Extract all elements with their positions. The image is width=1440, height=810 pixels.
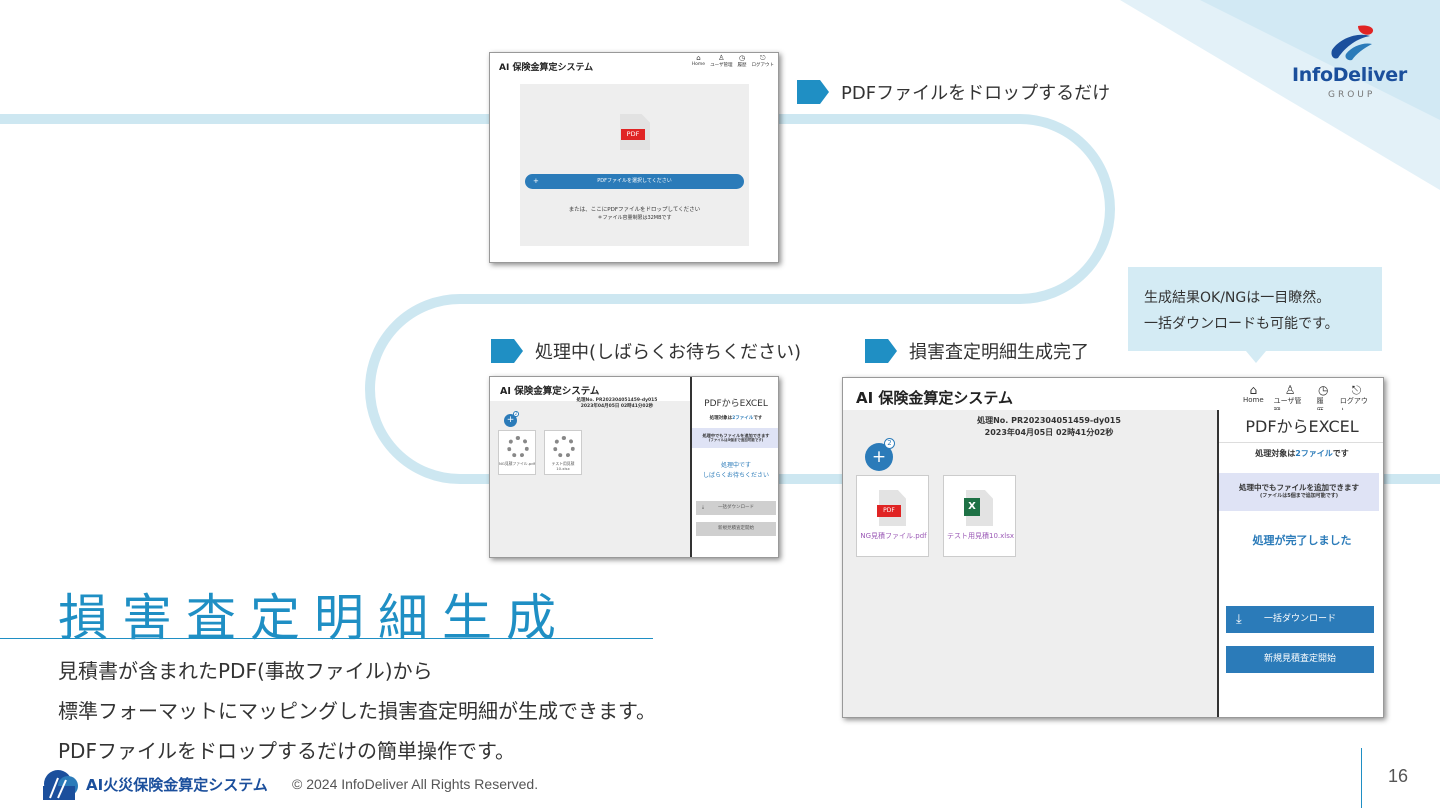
file-card[interactable]: NG見積ファイル.pdf [498, 430, 536, 475]
loading-spinner-icon [507, 436, 529, 458]
select-pdf-label: PDFファイルを選択してください [597, 178, 672, 184]
step-text: 損害査定明細生成完了 [909, 342, 1089, 363]
process-info: 処理No. PR202304051459-dy015 2023年04月05日 0… [943, 415, 1155, 439]
file-card[interactable]: テスト用見積10.xlsx [544, 430, 582, 475]
nav-home[interactable]: ⌂Home [692, 55, 705, 68]
clock-icon: ◷ [1318, 383, 1329, 397]
app-title: AI 保険金算定システム [499, 63, 594, 73]
new-estimate-button[interactable]: 新規見積査定開始 [1226, 646, 1374, 673]
top-nav: ⌂Home ♙ユーザ管理 ◷履歴 ⎋ログアウト [687, 54, 775, 69]
step-arrow-icon [491, 339, 523, 363]
complete-screenshot: AI 保険金算定システム ⌂Home ♙ユーザ管理 ◷履歴 ⎋ログアウト 処理N… [842, 377, 1384, 718]
step-label-drop: PDFファイルをドロップするだけ [797, 79, 1110, 105]
page-title: 損害査定明細生成 [58, 589, 570, 647]
drop-hint: または、ここにPDFファイルをドロップしてください [568, 207, 701, 213]
processing-message: 処理中です しばらくお待ちください [702, 462, 769, 479]
logo-mark-icon [1331, 25, 1374, 61]
pdf-label: PDF [621, 129, 645, 140]
nav-logout[interactable]: ⎋ログアウト [752, 54, 775, 69]
callout-line: 一括ダウンロードも可能です。 [1144, 316, 1339, 332]
addable-notice: 処理中でもファイルを追加できます (ファイルは5個まで追加可能です) [1219, 473, 1379, 511]
home-icon: ⌂ [1249, 383, 1258, 397]
clock-icon: ◷ [738, 54, 746, 62]
user-icon: ♙ [718, 54, 725, 62]
target-count: 処理対象は2ファイルです [1255, 449, 1349, 458]
bulk-download-button[interactable]: ⤓ 一括ダウンロード [696, 501, 776, 515]
upload-screenshot: AI 保険金算定システム ⌂ Home ♙ ユーザ管理 ◷ 履歴 ⎋ ログアウト PDF… [489, 52, 779, 263]
panel-title: PDFからEXCEL [704, 399, 768, 409]
loading-spinner-icon [553, 436, 575, 458]
company-logo: InfoDeliver GROUP [1292, 24, 1417, 104]
file-name: NG見積ファイル.pdf [860, 532, 927, 540]
step-label-processing: 処理中(しばらくお待ちください) [491, 338, 801, 364]
logout-icon: ⎋ [1351, 383, 1362, 397]
result-callout: 生成結果OK/NGは一目瞭然。 一括ダウンロードも可能です。 [1128, 267, 1382, 363]
home-icon: ⌂ [696, 54, 701, 62]
body-text: 見積書が含まれたPDF(事故ファイル)から [58, 659, 433, 683]
plus-icon: + [506, 415, 515, 425]
file-count-badge: 2 [884, 438, 895, 449]
step-arrow-icon [797, 80, 829, 104]
file-name: テスト用見積10.xlsx [551, 461, 575, 471]
file-name: NG見積ファイル.pdf [499, 461, 535, 466]
footer-product-name: AI火災保険金算定システム [86, 776, 268, 794]
logout-icon: ⎋ [759, 54, 766, 62]
app-title: AI 保険金算定システム [500, 386, 600, 397]
nav-history[interactable]: ◷履歴 [738, 54, 747, 69]
pdf-label: PDF [877, 505, 901, 517]
process-date: 2023年04月05日 02時41分02秒 [580, 404, 654, 409]
step-text: 処理中(しばらくお待ちください) [535, 342, 802, 363]
nav-users[interactable]: ♙ユーザ管理 [710, 54, 732, 69]
download-icon: ⤓ [702, 505, 704, 510]
plus-icon: + [533, 177, 539, 185]
panel-separator [1219, 442, 1383, 443]
page-number-divider [1361, 748, 1362, 808]
file-name: テスト用見積10.xlsx [946, 532, 1014, 540]
panel-title: PDFからEXCEL [1245, 417, 1359, 436]
process-number: 処理No. PR202304051459-dy015 [977, 416, 1121, 425]
status-panel: PDFからEXCEL 処理対象は2ファイルです 処理中でもファイルを追加できます… [692, 377, 778, 557]
process-date: 2023年04月05日 02時41分02秒 [984, 428, 1114, 437]
title-underline [0, 638, 653, 639]
download-icon: ⤓ [1236, 612, 1242, 627]
complete-message: 処理が完了しました [1252, 534, 1352, 547]
body-text: PDFファイルをドロップするだけの簡単操作です。 [58, 739, 515, 763]
file-area [843, 410, 1217, 717]
status-panel: PDFからEXCEL 処理対象は2ファイルです 処理中でもファイルを追加できます… [1219, 410, 1383, 717]
company-name: InfoDeliver [1292, 64, 1407, 86]
step-text: PDFファイルをドロップするだけ [841, 83, 1111, 104]
callout-line: 生成結果OK/NGは一目瞭然。 [1144, 290, 1331, 306]
file-area [490, 401, 690, 557]
size-limit-note: ＊ファイル容量制限は32MBです [597, 215, 672, 221]
process-info: 処理No. PR202304051459-dy015 2023年04月05日 0… [552, 398, 682, 410]
step-label-complete: 損害査定明細生成完了 [865, 338, 1089, 364]
copyright: © 2024 InfoDeliver All Rights Reserved. [292, 776, 539, 792]
excel-label: X [964, 498, 980, 516]
new-estimate-button[interactable]: 新規見積査定開始 [696, 522, 776, 536]
step-arrow-icon [865, 339, 897, 363]
processing-screenshot: AI 保険金算定システム ⌂Home ♙ユーザ管理 ◷履歴 ⎋ログアウト 処理N… [489, 376, 779, 558]
file-card[interactable]: X テスト用見積10.xlsx [943, 475, 1016, 557]
page-number: 16 [1388, 766, 1409, 786]
addable-notice: 処理中でもファイルを追加できます (ファイルは5個まで追加可能です) [692, 428, 778, 448]
file-count-badge: 2 [513, 411, 519, 417]
plus-icon: + [871, 447, 887, 467]
target-count: 処理対象は2ファイルです [709, 416, 763, 421]
user-icon: ♙ [1284, 383, 1296, 397]
pdf-drop-zone[interactable]: PDF + PDFファイルを選択してください または、ここにPDFファイルをドロ… [520, 84, 749, 246]
app-title: AI 保険金算定システム [856, 389, 1013, 407]
file-card[interactable]: PDF NG見積ファイル.pdf [856, 475, 929, 557]
select-pdf-button[interactable]: + PDFファイルを選択してください [525, 174, 744, 189]
company-group: GROUP [1328, 90, 1376, 100]
bulk-download-button[interactable]: ⤓ 一括ダウンロード [1226, 606, 1374, 633]
product-logo-icon [43, 770, 78, 800]
body-text: 標準フォーマットにマッピングした損害査定明細が生成できます。 [58, 699, 656, 723]
